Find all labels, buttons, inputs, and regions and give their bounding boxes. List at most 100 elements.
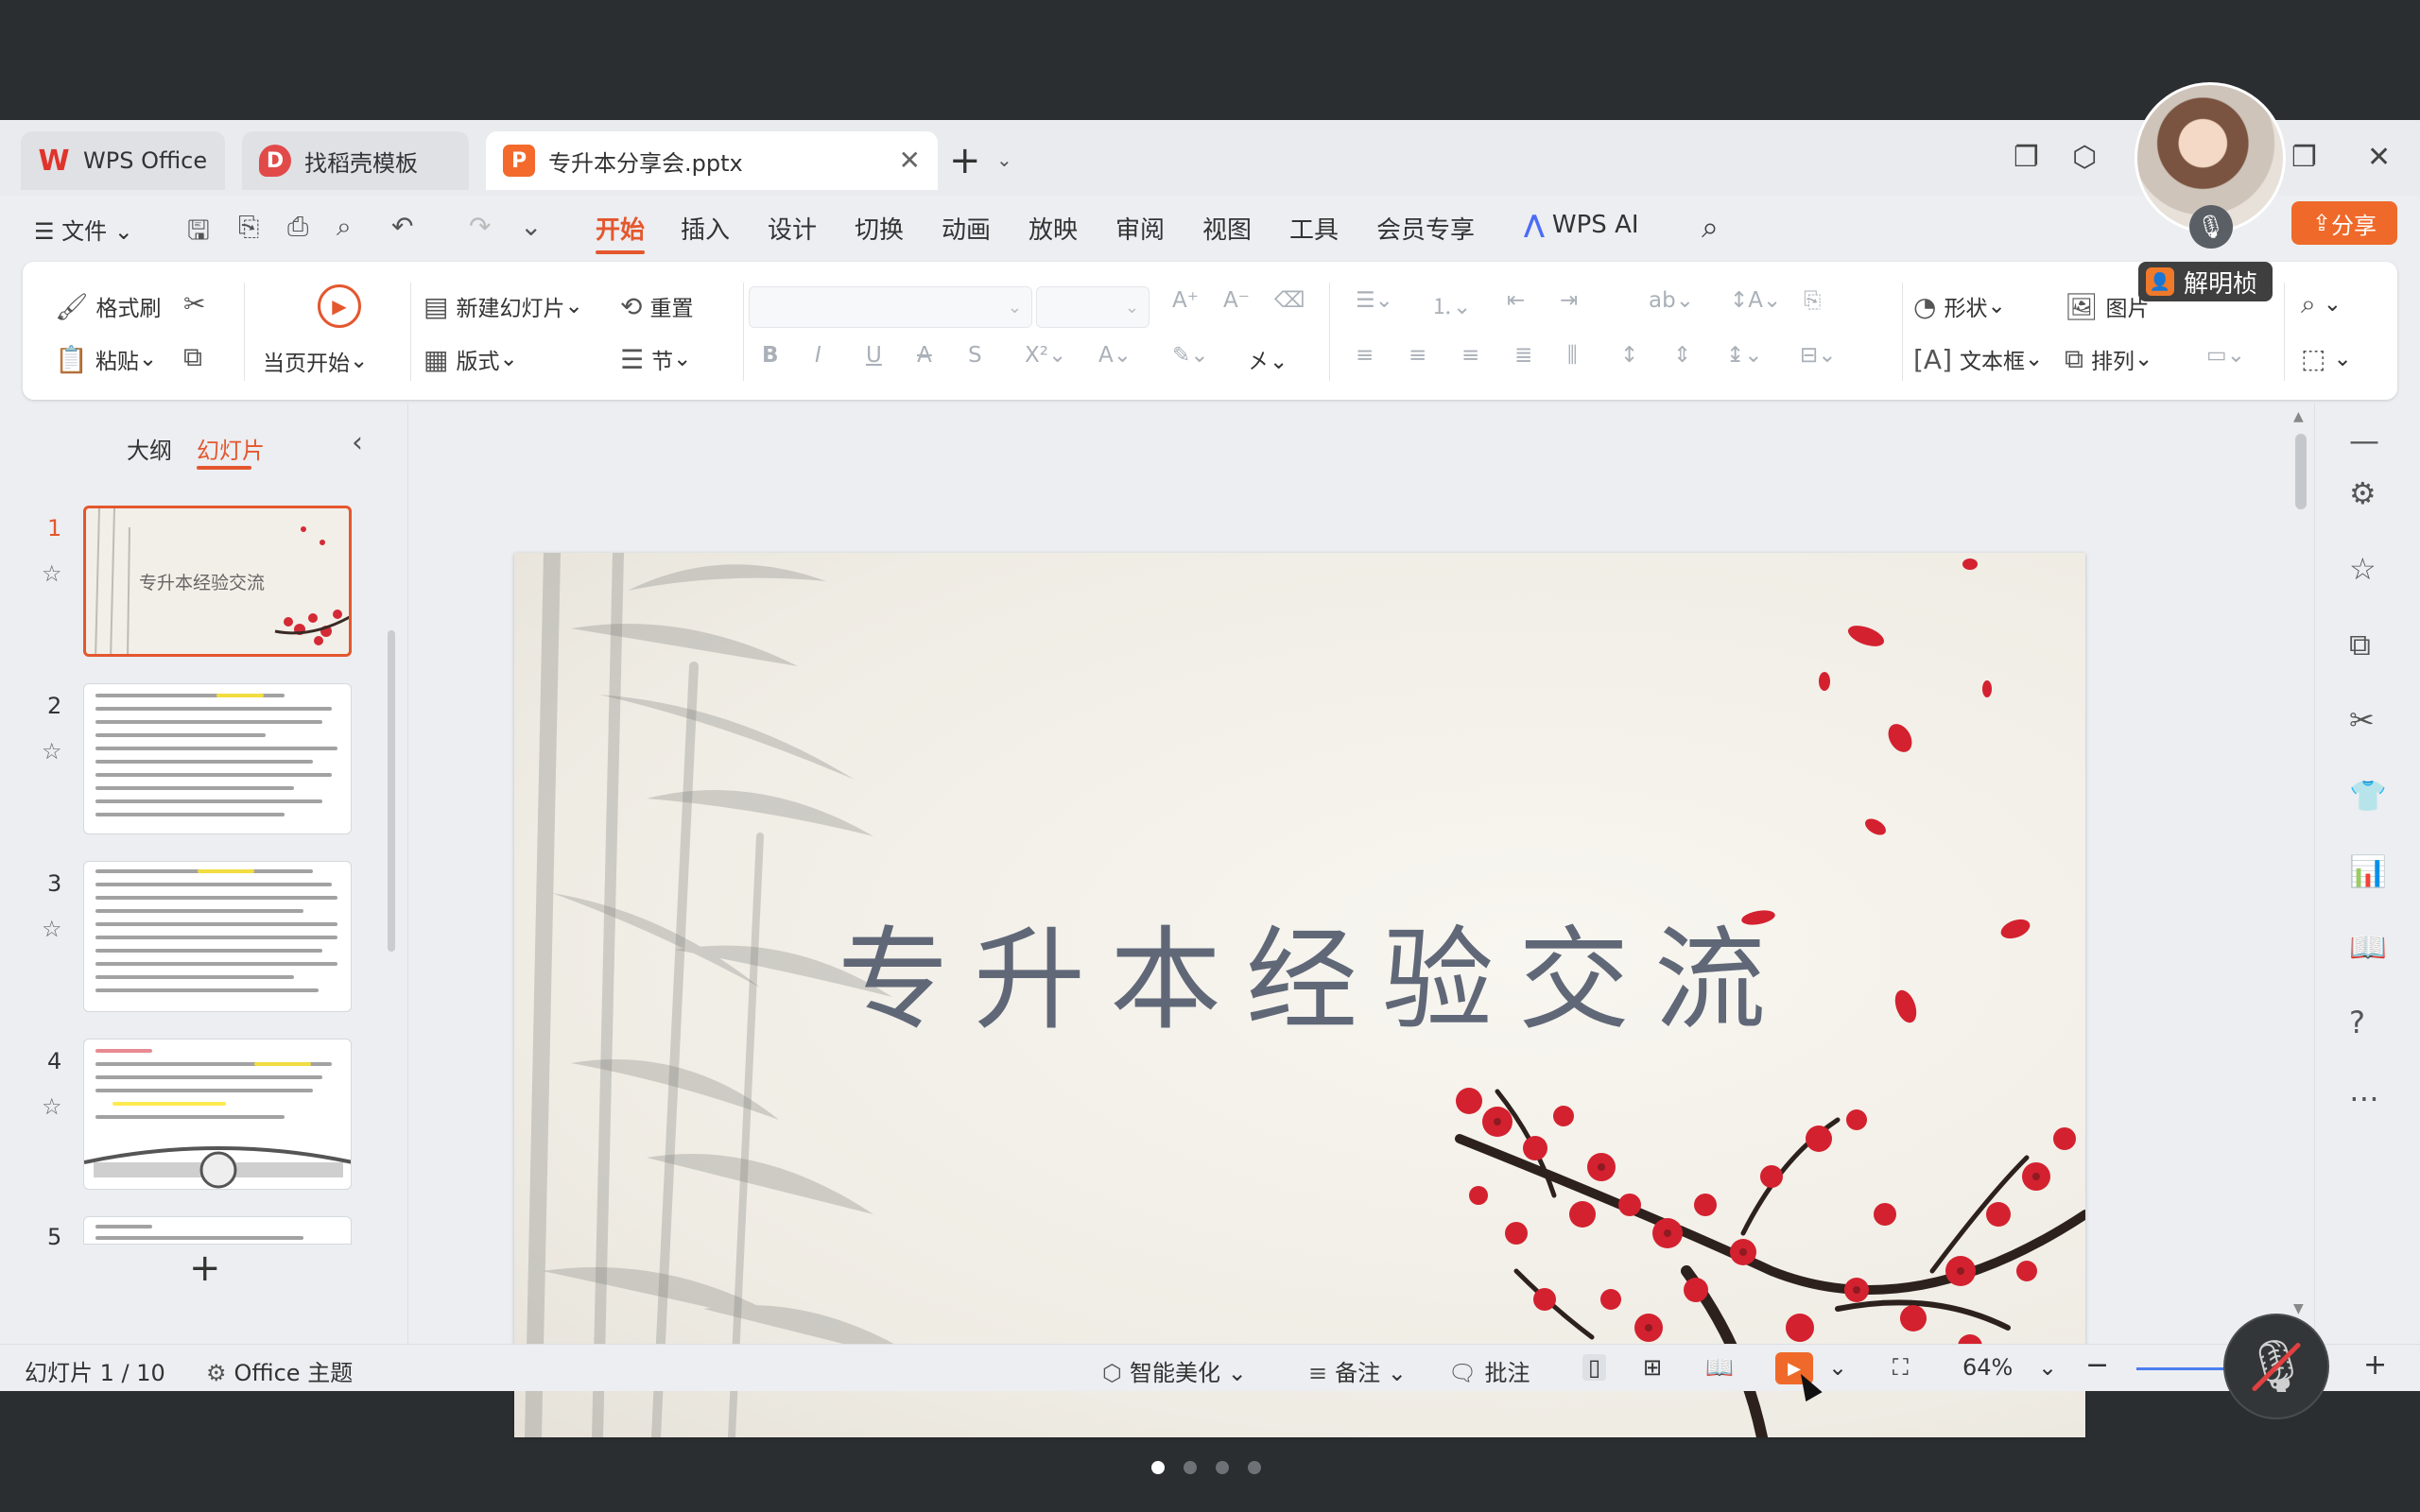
page-dot[interactable] — [1248, 1461, 1261, 1474]
superscript-icon[interactable]: X²⌄ — [1025, 343, 1066, 368]
reading-view-icon[interactable]: 📖 — [1705, 1354, 1734, 1381]
convert-icon[interactable]: ⎘ — [1804, 288, 1821, 313]
textbox-button[interactable]: [A] 文本框 ⌄ — [1913, 343, 2043, 375]
tab-tools[interactable]: 工具 — [1289, 211, 1339, 246]
shadow-icon[interactable]: S — [968, 343, 982, 368]
add-slide-icon[interactable]: + — [189, 1246, 221, 1290]
scroll-up-icon[interactable]: ▲ — [2293, 409, 2304, 424]
chevron-down-icon[interactable]: ⌄ — [996, 148, 1012, 171]
text-direction-icon[interactable]: ↕A⌄ — [1730, 288, 1781, 313]
save-icon[interactable]: 🖫 — [187, 211, 210, 256]
panel-scrollbar[interactable] — [388, 630, 395, 952]
search-icon[interactable]: ⌕ — [1702, 209, 1719, 246]
fit-window-icon[interactable]: ⛶ — [1893, 1354, 1909, 1381]
paste-button[interactable]: 📋 粘贴 ⌄ — [55, 343, 157, 375]
more-icon[interactable]: ⋯ — [2349, 1080, 2379, 1116]
from-current-button[interactable]: 当页开始 ⌄ — [263, 345, 368, 377]
align-left-icon[interactable]: ≡ — [1356, 343, 1374, 368]
grid-view-icon[interactable]: ⊞ — [1643, 1354, 1662, 1381]
share-button[interactable]: ⇪ 分享 — [2291, 201, 2397, 245]
tools-icon[interactable]: ✂ — [2349, 702, 2375, 738]
tab-insert[interactable]: 插入 — [681, 211, 730, 246]
normal-view-icon[interactable]: ▯ — [1582, 1354, 1607, 1381]
tab-wps-office[interactable]: W WPS Office — [21, 131, 225, 190]
text-box-align-icon[interactable]: ⊟⌄ — [1800, 343, 1837, 368]
muted-microphone-icon[interactable]: 🎙 — [2223, 1314, 2329, 1419]
zoom-level[interactable]: 64% — [1962, 1354, 2013, 1381]
format-painter-button[interactable]: 🖌 格式刷 — [55, 290, 162, 322]
notes-button[interactable]: ≡ 备注 ⌄ — [1308, 1354, 1407, 1387]
page-dot[interactable] — [1216, 1461, 1229, 1474]
star-icon[interactable]: ☆ — [42, 916, 62, 942]
chevron-down-icon[interactable]: ⌄ — [2038, 1354, 2057, 1381]
tab-review[interactable]: 审阅 — [1115, 211, 1165, 246]
line-spacing-icon[interactable]: ↕ — [1620, 343, 1638, 368]
star-icon[interactable]: ☆ — [42, 1093, 62, 1120]
numbering-icon[interactable]: ⒈⌄ — [1431, 288, 1471, 320]
play-icon[interactable]: ▶ — [318, 284, 361, 328]
collapse-panel-icon[interactable]: ‹ — [352, 426, 363, 459]
decrease-indent-icon[interactable]: ⇤ — [1507, 288, 1525, 313]
highlight-icon[interactable]: ✎⌄ — [1172, 343, 1209, 368]
tab-design[interactable]: 设计 — [768, 211, 817, 246]
picture-button[interactable]: 🖼 图片 — [2065, 290, 2150, 322]
star-icon[interactable]: ☆ — [2349, 551, 2377, 587]
underline-icon[interactable]: U — [866, 343, 882, 368]
more-chevron-icon[interactable]: ⌄ — [520, 211, 542, 242]
slide-thumbnail-1[interactable]: 专升本经验交流 — [83, 506, 352, 657]
page-dot[interactable] — [1151, 1461, 1165, 1474]
find-button[interactable]: ⌕ ⌄ — [2301, 288, 2342, 320]
print-preview-icon[interactable]: ⌕ — [337, 211, 352, 243]
cube-icon[interactable]: ⬡ — [2072, 141, 2097, 174]
help-icon[interactable]: ? — [2349, 1005, 2365, 1040]
copy-button[interactable]: ⧉ — [183, 341, 210, 373]
page-dot[interactable] — [1184, 1461, 1197, 1474]
star-icon[interactable]: ☆ — [42, 560, 62, 587]
wps-ai-button[interactable]: ⋀ WPS AI — [1524, 211, 1639, 239]
close-window-icon[interactable]: ✕ — [2367, 141, 2391, 174]
section-button[interactable]: ☰ 节 ⌄ — [620, 343, 691, 375]
restore-icon[interactable]: ❐ — [2291, 141, 2317, 174]
zoom-out-icon[interactable]: − — [2085, 1349, 2109, 1382]
phonetic-icon[interactable]: 㐅⌄ — [1248, 343, 1288, 375]
scroll-thumb[interactable] — [2295, 434, 2307, 509]
chart-icon[interactable]: 📊 — [2349, 853, 2387, 889]
export-icon[interactable]: ⎘ — [238, 211, 259, 243]
tab-home[interactable]: 开始 — [596, 211, 645, 246]
strikethrough-icon[interactable]: A — [917, 343, 932, 368]
cut-button[interactable]: ✂ — [183, 288, 213, 319]
grow-font-icon[interactable]: A⁺ — [1172, 288, 1199, 313]
line-spacing-options-icon[interactable]: ↨⌄ — [1726, 343, 1763, 368]
beautify-button[interactable]: ⬡ 智能美化 ⌄ — [1102, 1354, 1247, 1387]
arrange-button[interactable]: ⧉ 排列 ⌄ — [2065, 343, 2152, 375]
align-center-icon[interactable]: ≡ — [1409, 343, 1426, 368]
bold-icon[interactable]: B — [762, 343, 779, 368]
close-tab-icon[interactable]: ✕ — [899, 145, 921, 176]
shape-button[interactable]: ◔ 形状 ⌄ — [1913, 290, 2006, 322]
reset-button[interactable]: ⟲ 重置 — [620, 290, 693, 322]
file-menu[interactable]: ☰ 文件 ⌄ — [34, 213, 133, 246]
slide-canvas[interactable]: 专升本经验交流 — [514, 553, 2085, 1437]
bullets-icon[interactable]: ☰⌄ — [1356, 288, 1393, 313]
slide-thumbnail-4[interactable] — [83, 1039, 352, 1190]
tab-outline[interactable]: 大纲 — [127, 432, 172, 465]
justify-icon[interactable]: ≣ — [1514, 343, 1532, 368]
slides-icon[interactable]: ⧉ — [2349, 627, 2371, 663]
slide-thumbnail-5[interactable] — [83, 1216, 352, 1245]
tab-slideshow[interactable]: 放映 — [1028, 211, 1078, 246]
comments-button[interactable]: 🗨 批注 — [1448, 1354, 1530, 1387]
settings-sliders-icon[interactable]: ⚙ — [2349, 475, 2377, 511]
tab-slides[interactable]: 幻灯片 — [197, 432, 265, 465]
char-spacing-icon[interactable]: ab⌄ — [1649, 288, 1694, 313]
paragraph-spacing-icon[interactable]: ⇕ — [1673, 343, 1691, 368]
shirt-theme-icon[interactable]: 👕 — [2349, 778, 2387, 814]
undo-icon[interactable]: ↶ — [391, 211, 413, 242]
layout-button[interactable]: ▦ 版式 ⌄ — [424, 343, 518, 375]
theme-button[interactable]: ⚙ Office 主题 — [206, 1354, 353, 1387]
font-size-select[interactable]: ⌄ — [1036, 286, 1150, 328]
microphone-icon[interactable]: 🎙 — [2189, 205, 2233, 249]
slide-thumbnail-3[interactable] — [83, 861, 352, 1012]
clear-format-icon[interactable]: ⌫ — [1274, 288, 1305, 313]
tab-templates[interactable]: D 找稻壳模板 — [242, 131, 469, 190]
zoom-in-icon[interactable]: + — [2363, 1349, 2387, 1382]
